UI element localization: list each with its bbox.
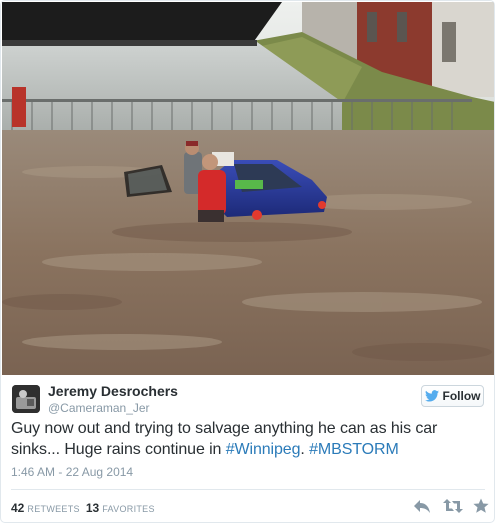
hashtag-winnipeg[interactable]: #Winnipeg — [226, 441, 301, 458]
follow-label: Follow — [442, 389, 481, 403]
retweets-label: RETWEETS — [27, 504, 80, 514]
author-handle[interactable]: @Cameraman_Jer — [48, 401, 150, 415]
tweet-actions — [413, 498, 491, 514]
author-name[interactable]: Jeremy Desrochers — [48, 383, 178, 399]
author-avatar[interactable] — [12, 385, 40, 413]
retweets-count: 42 — [11, 501, 25, 515]
tweet-timestamp[interactable]: 1:46 AM - 22 Aug 2014 — [11, 465, 133, 479]
hashtag-mbstorm[interactable]: #MBSTORM — [309, 441, 399, 458]
star-icon[interactable] — [473, 498, 491, 514]
favorites-stat[interactable]: 13 FAVORITES — [86, 501, 155, 515]
tweet-photo[interactable] — [2, 2, 494, 375]
retweets-stat[interactable]: 42 RETWEETS — [11, 501, 80, 515]
flood-photo-image — [2, 2, 494, 375]
follow-button[interactable]: Follow — [421, 385, 484, 407]
retweet-icon[interactable] — [443, 498, 463, 514]
reply-icon[interactable] — [413, 498, 431, 514]
tweet-card: Jeremy Desrochers @Cameraman_Jer Follow … — [0, 0, 495, 523]
favorites-label: FAVORITES — [102, 504, 155, 514]
tweet-text: Guy now out and trying to salvage anythi… — [11, 418, 489, 460]
tweet-text-separator: . — [300, 441, 310, 458]
twitter-bird-icon — [424, 390, 439, 402]
favorites-count: 13 — [85, 501, 100, 515]
divider — [11, 489, 485, 490]
tweet-stats: 42 RETWEETS 13 FAVORITES — [11, 501, 155, 515]
avatar-image — [12, 385, 40, 413]
